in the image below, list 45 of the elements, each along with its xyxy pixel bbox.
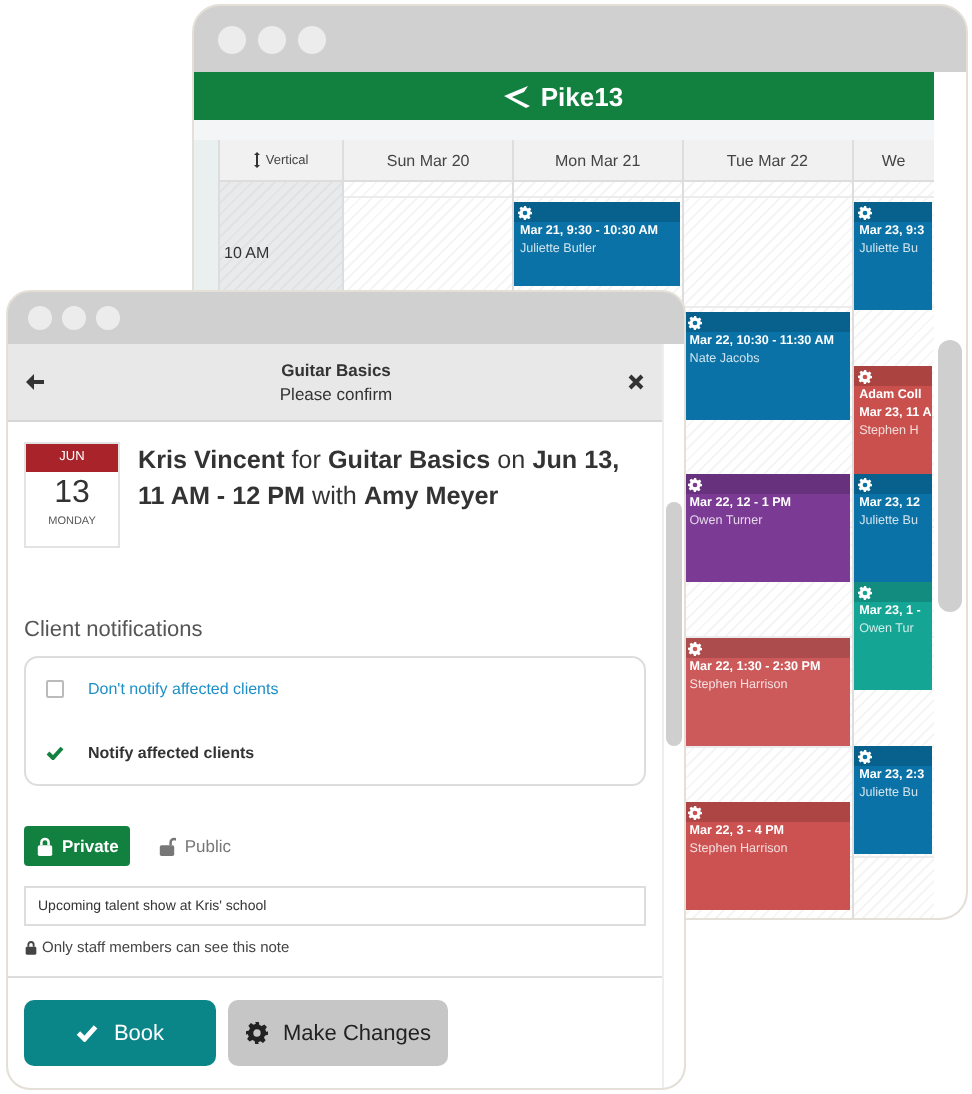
booking-summary: Kris Vincent for Guitar Basics on Jun 13, 11 AM - 12 PM with Amy Meyer	[138, 444, 622, 514]
gear-icon	[687, 316, 702, 330]
column-header: We	[853, 140, 934, 182]
public-toggle[interactable]: Public	[146, 826, 244, 866]
resize-vertical-icon	[253, 152, 260, 168]
dialog-subtitle: Please confirm	[279, 382, 393, 406]
section-heading: Client notifications	[24, 618, 205, 642]
window-control[interactable]	[258, 25, 286, 53]
gear-icon	[687, 478, 702, 492]
window-control[interactable]	[298, 25, 326, 53]
make-changes-button[interactable]: Make Changes	[228, 1000, 448, 1066]
gear-icon	[857, 206, 872, 220]
window-control[interactable]	[96, 306, 120, 330]
lock-icon	[24, 939, 38, 955]
scrollbar[interactable]	[666, 502, 682, 746]
scrollbar[interactable]	[938, 340, 962, 612]
back-arrow-icon[interactable]	[26, 374, 44, 390]
brand-name: Pike13	[540, 81, 624, 111]
logo-icon	[504, 85, 531, 107]
check-icon	[75, 1024, 98, 1042]
window-control[interactable]	[218, 25, 246, 53]
time-label: 10 AM	[224, 244, 270, 262]
window-control[interactable]	[62, 306, 86, 330]
gear-icon	[857, 750, 872, 764]
book-button[interactable]: Book	[24, 1000, 216, 1066]
gear-icon	[687, 642, 702, 656]
gear-icon	[857, 478, 872, 492]
column-header: Mon Mar 21	[513, 140, 682, 182]
gear-icon	[857, 370, 872, 384]
column-header: Tue Mar 22	[683, 140, 852, 182]
gear-icon	[687, 806, 702, 820]
private-toggle[interactable]: Private	[24, 826, 131, 866]
gear-icon	[245, 1022, 267, 1044]
dialog-title: Guitar Basics	[281, 358, 391, 382]
date-day: 13	[54, 472, 90, 516]
unlock-icon	[158, 835, 177, 857]
lock-icon	[36, 835, 54, 857]
column-header: Sun Mar 20	[344, 140, 512, 182]
checkbox[interactable]	[46, 680, 64, 699]
gear-icon	[517, 206, 532, 220]
notify-option[interactable]: Don't notify affected clients	[46, 680, 624, 699]
close-icon[interactable]	[628, 374, 644, 390]
notify-option[interactable]: Notify affected clients	[46, 743, 624, 762]
gear-icon	[857, 586, 872, 600]
window-control[interactable]	[28, 306, 52, 330]
